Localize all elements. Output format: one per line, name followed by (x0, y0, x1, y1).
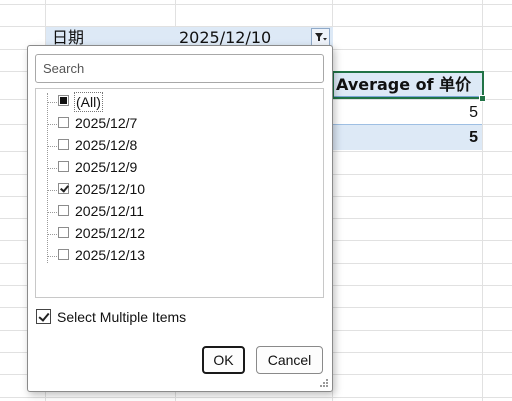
search-input[interactable]: Search (35, 54, 324, 83)
ok-button[interactable]: OK (202, 346, 245, 374)
list-item-label: 2025/12/12 (75, 225, 146, 241)
resize-grip-icon[interactable] (320, 379, 329, 388)
filter-item-list[interactable]: (All) 2025/12/7 2025/12/8 2025/12/9 2025 (35, 88, 324, 298)
list-item-all[interactable]: (All) (47, 91, 307, 113)
checkbox[interactable] (58, 227, 69, 238)
checkbox[interactable] (58, 139, 69, 150)
filter-dropdown-button[interactable] (311, 28, 330, 46)
tree-connector (47, 190, 57, 191)
fill-handle[interactable] (479, 95, 486, 102)
list-item-label: 2025/12/8 (75, 137, 138, 153)
pivot-grand-total-cell[interactable]: 5 (333, 124, 482, 150)
grid-line (0, 4, 512, 5)
list-item-label: 2025/12/10 (75, 181, 146, 197)
list-item[interactable]: 2025/12/10 (47, 179, 307, 201)
checkbox-partial[interactable] (58, 95, 69, 106)
spreadsheet-page: 日期 2025/12/10 Average of 单价 5 5 Search (… (0, 0, 512, 401)
filter-icon (315, 33, 327, 41)
list-item[interactable]: 2025/12/12 (47, 223, 307, 245)
tree-connector (47, 146, 57, 147)
tree-connector (47, 234, 57, 235)
list-item-label: (All) (74, 92, 103, 112)
checkbox[interactable] (58, 117, 69, 128)
checkbox[interactable] (58, 161, 69, 172)
tree-connector (47, 102, 57, 103)
list-item[interactable]: 2025/12/11 (47, 201, 307, 223)
tree-connector (47, 212, 57, 213)
tree-connector (47, 168, 57, 169)
checkbox[interactable] (58, 205, 69, 216)
list-item[interactable]: 2025/12/13 (47, 245, 307, 267)
list-item-label: 2025/12/9 (75, 159, 138, 175)
list-item-label: 2025/12/13 (75, 247, 146, 263)
list-item-label: 2025/12/7 (75, 115, 138, 131)
grid-line (0, 397, 512, 398)
checkbox[interactable] (58, 249, 69, 260)
filter-dropdown-panel: Search (All) 2025/12/7 2025/12/8 2025/12… (27, 45, 333, 392)
list-item[interactable]: 2025/12/8 (47, 135, 307, 157)
pivot-value-cell[interactable]: 5 (333, 102, 482, 124)
select-multiple-items-option[interactable]: Select Multiple Items (36, 308, 236, 328)
cancel-button[interactable]: Cancel (256, 346, 323, 374)
list-item[interactable]: 2025/12/7 (47, 113, 307, 135)
active-cell-outline (332, 71, 484, 99)
list-item-label: 2025/12/11 (75, 203, 145, 219)
tree-connector (47, 124, 57, 125)
select-multiple-checkbox[interactable] (36, 309, 51, 324)
tree-connector (47, 256, 57, 257)
grid-line (482, 0, 483, 401)
select-multiple-label: Select Multiple Items (57, 309, 187, 325)
list-item[interactable]: 2025/12/9 (47, 157, 307, 179)
checkbox-checked[interactable] (58, 183, 69, 194)
